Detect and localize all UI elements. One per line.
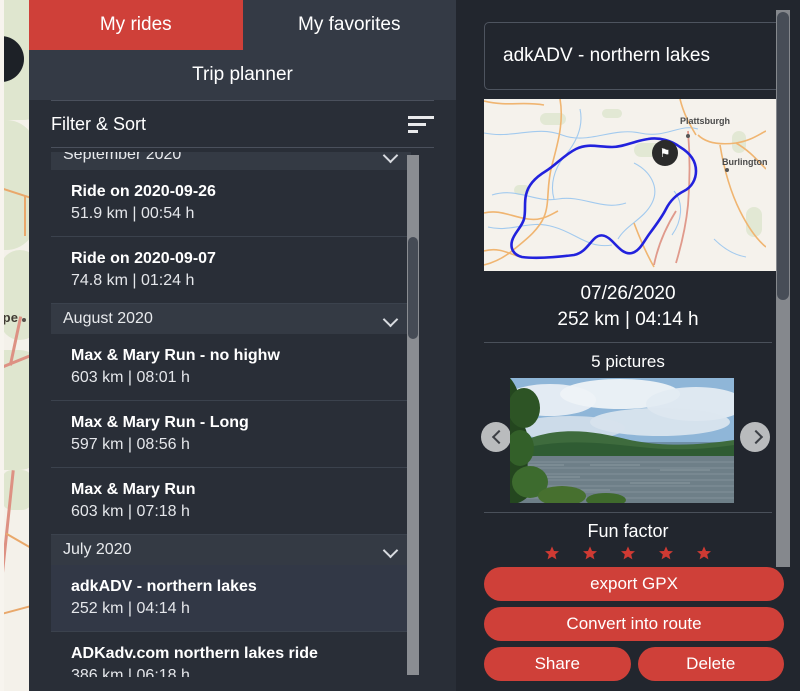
star-icon[interactable] xyxy=(658,545,674,561)
ride-detail-panel: adkADV - northern lakes Plattsburgh Burl… xyxy=(456,0,800,691)
ride-photo[interactable] xyxy=(510,378,734,503)
ride-list-item[interactable]: adkADV - northern lakes 252 km | 04:14 h xyxy=(51,565,411,632)
ride-stats: 51.9 km | 00:54 h xyxy=(71,205,195,222)
chevron-right-icon[interactable] xyxy=(740,422,770,452)
detail-panel-scrollbar-thumb[interactable] xyxy=(777,12,789,300)
app-window: ntpe My rides My favorites Trip planner … xyxy=(0,0,800,691)
ride-name: ADKadv.com northern lakes ride xyxy=(71,645,318,662)
tab-trip-planner[interactable]: Trip planner xyxy=(29,50,456,100)
filter-and-sort-label: Filter & Sort xyxy=(51,113,147,134)
rides-panel: My rides My favorites Trip planner Filte… xyxy=(29,0,456,691)
ride-date: 07/26/2020 xyxy=(580,283,676,304)
ride-name: Max & Mary Run - no highw xyxy=(71,347,280,364)
ride-list-scrollbar[interactable] xyxy=(407,155,419,675)
divider xyxy=(484,342,772,343)
ride-list-item[interactable]: Max & Mary Run - Long 597 km | 08:56 h xyxy=(51,401,411,468)
detail-panel-scrollbar[interactable] xyxy=(776,10,790,567)
star-icon[interactable] xyxy=(544,545,560,561)
action-buttons: export GPX Convert into route Share Dele… xyxy=(484,567,784,687)
ride-name: Max & Mary Run - Long xyxy=(71,414,249,431)
ride-name: Ride on 2020-09-07 xyxy=(71,250,216,267)
delete-button[interactable]: Delete xyxy=(637,647,784,681)
map-city-dot xyxy=(22,318,26,322)
convert-into-route-button[interactable]: Convert into route xyxy=(484,607,784,641)
route-map-thumbnail[interactable]: Plattsburgh Burlington ⚑ xyxy=(484,99,784,271)
chevron-down-icon[interactable] xyxy=(383,311,399,327)
chevron-down-icon[interactable] xyxy=(383,542,399,558)
month-section-header[interactable]: July 2020 xyxy=(51,535,411,565)
ride-title-field[interactable]: adkADV - northern lakes xyxy=(484,22,784,90)
photo-content xyxy=(510,378,734,503)
ride-list-viewport[interactable]: September 2020 Ride on 2020-09-26 51.9 km … xyxy=(51,152,411,677)
fun-factor-rating[interactable] xyxy=(456,545,800,561)
ride-stats: 252 km | 04:14 h xyxy=(71,600,190,617)
flag-marker-icon[interactable]: ⚑ xyxy=(652,140,678,166)
map-city-label-burlington: Burlington xyxy=(722,157,768,167)
tab-bar: My rides My favorites xyxy=(29,0,456,50)
month-label: July 2020 xyxy=(63,541,132,558)
map-city-dot xyxy=(725,168,729,172)
ride-list-item[interactable]: Max & Mary Run 603 km | 07:18 h xyxy=(51,468,411,535)
ride-list-item[interactable]: Ride on 2020-09-26 51.9 km | 00:54 h xyxy=(51,170,411,237)
star-icon[interactable] xyxy=(696,545,712,561)
ride-stats: 74.8 km | 01:24 h xyxy=(71,272,195,289)
ride-stats: 386 km | 06:18 h xyxy=(71,667,190,677)
map-city-dot xyxy=(686,134,690,138)
month-section-header[interactable]: August 2020 xyxy=(51,304,411,334)
ride-stats: 597 km | 08:56 h xyxy=(71,436,190,453)
map-left-edge xyxy=(0,0,4,691)
divider xyxy=(484,512,772,513)
ride-name: adkADV - northern lakes xyxy=(71,578,257,595)
chevron-down-icon[interactable] xyxy=(383,152,399,163)
ride-stats: 603 km | 07:18 h xyxy=(71,503,190,520)
pictures-count-label: 5 pictures xyxy=(591,352,665,371)
month-label: September 2020 xyxy=(63,152,182,163)
ride-list-item[interactable]: ADKadv.com northern lakes ride 386 km | 0… xyxy=(51,632,411,677)
export-gpx-button[interactable]: export GPX xyxy=(484,567,784,601)
ride-stats: 252 km | 04:14 h xyxy=(557,309,699,330)
filter-and-sort-bar[interactable]: Filter & Sort xyxy=(51,100,434,148)
fun-factor-label: Fun factor xyxy=(587,521,669,541)
map-green-area xyxy=(2,470,32,510)
ride-list-item[interactable]: Ride on 2020-09-07 74.8 km | 01:24 h xyxy=(51,237,411,304)
share-button[interactable]: Share xyxy=(484,647,631,681)
map-road xyxy=(24,196,26,236)
month-section-header[interactable]: September 2020 xyxy=(51,152,411,170)
ride-date-stats: 07/26/2020 252 km | 04:14 h xyxy=(456,281,800,333)
tab-my-favorites[interactable]: My favorites xyxy=(243,0,457,50)
picture-carousel xyxy=(456,378,800,503)
ride-name: Max & Mary Run xyxy=(71,481,196,498)
sort-icon[interactable] xyxy=(408,115,434,133)
star-icon[interactable] xyxy=(620,545,636,561)
ride-list: September 2020 Ride on 2020-09-26 51.9 km … xyxy=(51,152,411,677)
share-delete-row: Share Delete xyxy=(484,647,784,687)
tab-my-rides[interactable]: My rides xyxy=(29,0,243,50)
map-city-label-plattsburgh: Plattsburgh xyxy=(680,116,731,126)
ride-list-item[interactable]: Max & Mary Run - no highw 603 km | 08:01 … xyxy=(51,334,411,401)
star-icon[interactable] xyxy=(582,545,598,561)
chevron-left-icon[interactable] xyxy=(481,422,511,452)
month-label: August 2020 xyxy=(63,310,153,327)
ride-name: Ride on 2020-09-26 xyxy=(71,183,216,200)
ride-list-scrollbar-thumb[interactable] xyxy=(408,237,418,339)
ride-stats: 603 km | 08:01 h xyxy=(71,369,190,386)
